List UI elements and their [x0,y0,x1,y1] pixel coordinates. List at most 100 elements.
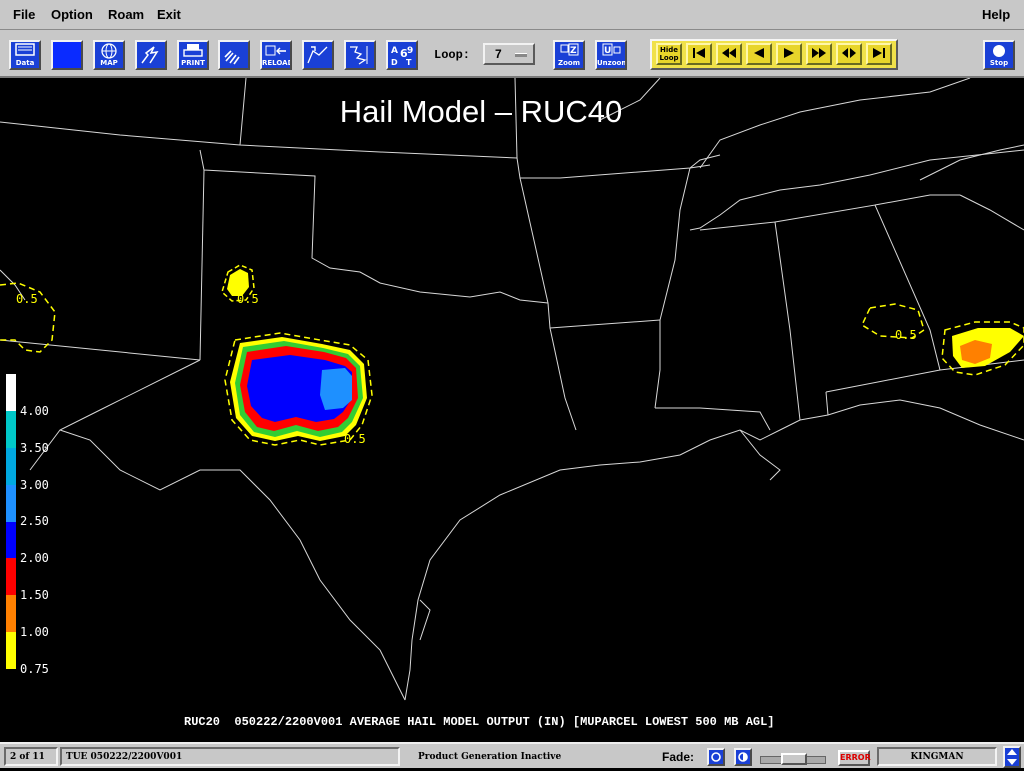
legend-swatch [6,669,16,706]
fast-forward-icon [812,48,826,58]
sounding-button[interactable] [344,40,376,70]
up-down-arrows-icon [1007,749,1017,765]
menu-option[interactable]: Option [51,7,93,22]
lightning-button[interactable] [135,40,167,70]
state-borders [0,77,1024,701]
zoom-button[interactable]: Z Zoom [553,40,585,70]
rock-icon [842,48,856,58]
status-bar: 2 of 11 TUE 050222/2200V001 Product Gene… [0,742,1024,768]
circle-icon [711,752,721,762]
contour-label: 0.5 [895,328,917,342]
text-data-button[interactable]: A 6 9 D T [386,40,418,70]
zoom-icon: Z [560,43,579,56]
hide-loop-button[interactable]: Hide Loop [656,43,682,65]
play-button[interactable] [776,43,802,65]
unzoom-icon: U [602,43,621,56]
zoom-button-label: Zoom [558,59,580,67]
fade-slider-thumb[interactable] [781,753,807,765]
product-caption: RUC20 050222/2200V001 AVERAGE HAIL MODEL… [184,715,775,729]
cursor-button[interactable] [302,40,334,70]
half-circle-icon [738,752,748,762]
legend-label: 1.00 [20,624,49,639]
rewind-icon [722,48,736,58]
legend-label: 2.00 [20,551,49,566]
contour-label: 0.5 [344,432,366,446]
last-frame-button[interactable] [866,43,892,65]
lightning-icon [141,46,159,64]
reload-button[interactable]: RELOAD [260,40,292,70]
legend-swatch [6,374,16,411]
step-back-button[interactable] [746,43,772,65]
stop-icon [993,45,1005,57]
skewt-icon [350,46,368,65]
print-button[interactable]: PRINT [177,40,209,70]
fast-forward-button[interactable] [806,43,832,65]
legend-swatch [6,447,16,485]
legend-label: 4.00 [20,404,49,418]
print-button-label: PRINT [181,59,205,67]
unzoom-button-label: Unzoom [597,59,627,67]
toolbar: Data MAP PRINT RELOAD A 6 9 D T Loop: 7 … [0,30,1024,78]
menu-roam[interactable]: Roam [108,7,144,22]
svg-text:T: T [406,58,412,67]
fade-slider[interactable] [760,753,826,765]
stop-button-label: Stop [989,59,1009,67]
skip-end-icon [873,48,885,58]
legend-label: 3.00 [20,477,49,492]
error-button[interactable]: ERROR [838,750,871,766]
map-canvas [0,77,1024,701]
cursor-icon [307,46,328,64]
fade-right-button[interactable] [734,748,752,766]
menu-file[interactable]: File [13,7,35,22]
skip-start-icon [693,48,705,58]
stop-button[interactable]: Stop [983,40,1015,70]
svg-text:A: A [391,46,398,56]
datetime-display: TUE 050222/2200V001 [60,747,400,766]
map-display[interactable]: 0.5 0.5 0.5 0.5 [0,77,1024,740]
legend-swatch [6,595,16,633]
menu-help[interactable]: Help [982,7,1010,22]
data-button[interactable]: Data [9,40,41,70]
menubar: File Option Roam Exit Help [0,0,1024,30]
reload-icon [265,45,286,56]
contour-label: 0.5 [237,292,259,306]
rock-button[interactable] [836,43,862,65]
legend-swatch [6,632,16,669]
color-legend [6,374,16,706]
menu-exit[interactable]: Exit [157,7,181,22]
printer-icon [183,44,203,57]
legend-label: 1.50 [20,588,49,602]
hand-button[interactable] [218,40,250,70]
svg-text:U: U [604,46,611,56]
play-reverse-icon [754,48,764,58]
scroll-arrows-button[interactable] [1003,746,1021,768]
map-title: Hail Model – RUC40 [339,94,623,129]
station-model-icon: A 6 9 D T [391,46,413,67]
dropdown-knob-icon [515,53,527,57]
loop-label: Loop: [434,48,471,62]
unzoom-button[interactable]: U Unzoom [595,40,627,70]
reload-button-label: RELOAD [262,59,292,67]
svg-text:D: D [391,58,398,67]
rewind-button[interactable] [716,43,742,65]
legend-swatch [6,410,16,448]
data-icon [15,43,35,56]
product-status: Product Generation Inactive [418,752,562,762]
legend-label: 2.50 [20,514,49,529]
play-icon [784,48,794,58]
first-frame-button[interactable] [686,43,712,65]
svg-text:9: 9 [407,46,413,56]
legend-swatch [6,484,16,522]
loop-select[interactable]: 7 [483,43,535,65]
hand-icon [224,50,240,65]
data-button-label: Data [15,59,35,67]
legend-label: 3.50 [20,440,49,455]
site-name: KINGMAN [877,747,997,766]
hail-lightblue-main [320,368,352,410]
contour-label: 0.5 [16,292,38,306]
blank-button[interactable] [51,40,83,70]
fade-left-button[interactable] [707,748,725,766]
map-button[interactable]: MAP [93,40,125,70]
animation-controls: Hide Loop [650,39,898,70]
loop-value: 7 [495,47,502,61]
